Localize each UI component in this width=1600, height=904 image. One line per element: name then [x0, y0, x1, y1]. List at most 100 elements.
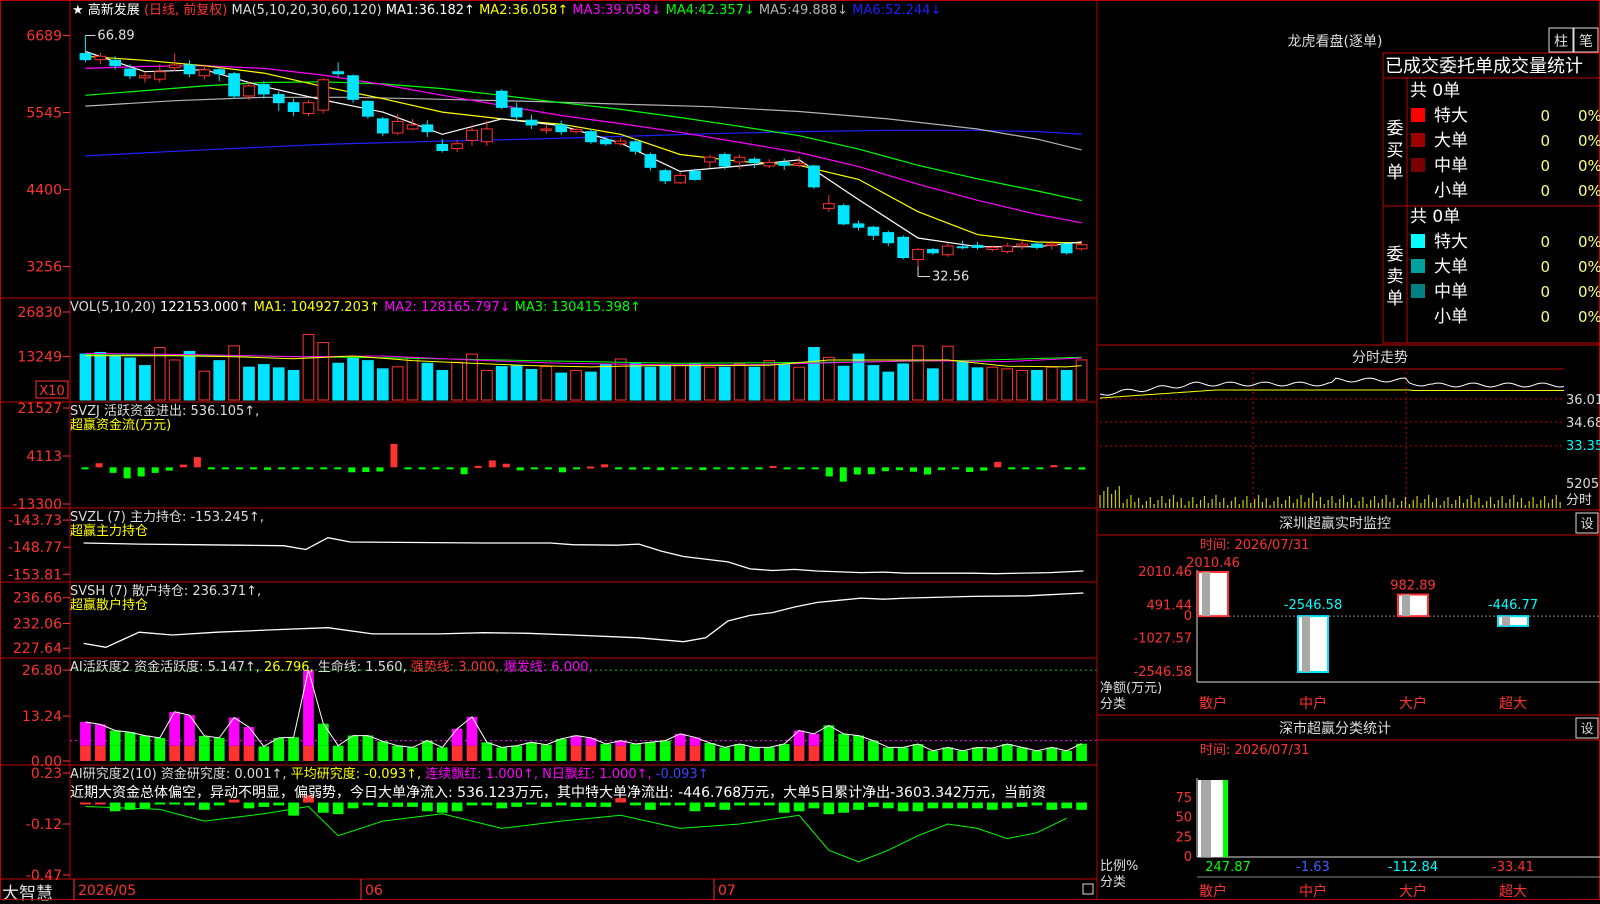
ai-active-bar-top	[139, 735, 151, 746]
candle-body	[644, 154, 657, 168]
ai-active-bar-base	[868, 745, 879, 761]
volume-bar	[347, 356, 359, 401]
main-header-part: MA(5,10,20,30,60,120)	[231, 3, 385, 18]
classify-category-label: 大户	[1399, 883, 1427, 900]
realtime-bar-shade	[1202, 572, 1210, 617]
buy-swatch	[1411, 158, 1425, 172]
tick-mode-button-label: 笔	[1579, 34, 1593, 50]
ai-active-bar-base	[659, 745, 671, 761]
ai-active-bar-top	[793, 730, 805, 746]
realtime-value-label: 982.89	[1390, 579, 1436, 594]
ai-active-bar-base	[228, 745, 240, 761]
volume-bar	[257, 364, 270, 401]
candle-body	[689, 170, 701, 180]
realtime-value-label: -446.77	[1488, 598, 1538, 613]
svzj-bar	[362, 467, 370, 473]
volume-bar	[778, 363, 791, 401]
ai-active-bar-base	[912, 745, 924, 761]
svzj-bar	[811, 467, 819, 470]
svzj-bar	[151, 467, 159, 473]
ai-research-bar	[422, 802, 433, 812]
ai-research-bar	[540, 802, 552, 807]
svzj-bar	[572, 467, 580, 470]
ai-active-bar-base	[689, 745, 701, 761]
volume-bar	[332, 362, 345, 401]
volume-bar	[94, 351, 107, 401]
ai-active-bar-top	[169, 711, 180, 746]
candle-body	[213, 69, 226, 75]
candle	[912, 248, 924, 267]
intraday-time-label: 分时	[1566, 493, 1592, 508]
candle-body	[882, 232, 895, 244]
buy-row-pct: 0%	[1578, 157, 1600, 175]
volume-bar	[971, 367, 984, 401]
svzj-bar	[418, 467, 426, 470]
svsh-subtitle: 超赢散户持仓	[70, 597, 148, 613]
candle-body	[748, 158, 761, 164]
ai-active-bar-base	[927, 750, 939, 761]
vol-header-part: MA3: 130415.398↑	[515, 300, 641, 315]
candle	[644, 152, 657, 171]
svzj-bar	[1022, 467, 1030, 470]
ai-research-bar	[496, 802, 508, 809]
svzj-bar	[1036, 467, 1044, 470]
sell-total: 共 0单	[1410, 207, 1460, 227]
classify-value-label: -112.84	[1388, 860, 1438, 875]
candle-body	[272, 94, 285, 104]
ai-research-bar	[1061, 802, 1073, 809]
lhkp-subtitle: 已成交委托单成交量统计	[1385, 56, 1583, 77]
svzj-tick-label: 21527	[17, 401, 62, 417]
volume-bar	[495, 366, 508, 401]
candle	[1016, 240, 1028, 250]
ai-active-bar-top	[154, 737, 166, 746]
svzj-bar	[334, 467, 342, 470]
realtime-axis-label: -1027.57	[1134, 632, 1192, 647]
ai-active-bar-base	[481, 745, 493, 761]
ai-active-bar-base	[362, 745, 374, 761]
volume-bar	[406, 356, 419, 401]
ai-active-bar-base	[585, 745, 597, 761]
ai-active-header-part: 爆发线: 6.000,	[504, 659, 593, 675]
sell-side-label: 委	[1387, 245, 1404, 265]
ai-active-bar-top	[109, 730, 121, 746]
ai-active-bar-base	[109, 745, 121, 761]
candle	[822, 194, 835, 212]
svzj-bar	[474, 465, 482, 468]
svzj-bar	[909, 467, 917, 472]
svzj-bar	[587, 466, 595, 469]
volume-bar	[1031, 369, 1043, 401]
ai-active-bar-top	[243, 727, 255, 746]
candle-body	[168, 64, 181, 69]
candle-body	[466, 129, 478, 141]
ai-research-bar	[80, 802, 91, 805]
volume-bar	[510, 365, 523, 401]
svzj-bar	[446, 467, 454, 470]
sell-row-count: 0	[1540, 283, 1550, 301]
ai-research-bar	[927, 802, 939, 809]
svzj-bar	[278, 467, 286, 470]
volume-bar	[272, 367, 285, 401]
ai-active-bar-top	[273, 737, 285, 746]
ai-active-bar-base	[317, 745, 329, 761]
ai-active-bar-top	[838, 733, 850, 746]
ai-research-line	[85, 805, 1067, 863]
candle	[287, 98, 300, 117]
candle	[79, 35, 92, 63]
ai-research-header-part: AI研究度2(10) 资金研究度: 0.001↑,	[70, 766, 291, 782]
chart-canvas[interactable]: 6689 5545 4400 3256 66.89 32.56 ★ 高新发展 (日线, 前复…	[0, 0, 1600, 900]
ai-research-bar	[719, 802, 731, 810]
svsh-tick-label: 227.64	[13, 641, 62, 657]
svzj-tick-label: -13300	[12, 497, 62, 513]
candle-body	[927, 248, 939, 254]
volume-bar	[183, 350, 196, 401]
volume-bar	[168, 359, 181, 401]
vol-header-part: 122153.000↑	[160, 300, 254, 315]
candle	[257, 81, 270, 99]
ai-active-bar-base	[823, 745, 835, 761]
candle-body	[1060, 243, 1073, 254]
svzj-bar	[292, 467, 300, 470]
volume-bar	[213, 360, 226, 401]
volume-bar	[421, 362, 434, 401]
ai-active-bar-base	[704, 745, 716, 761]
svzj-bar	[109, 467, 117, 473]
